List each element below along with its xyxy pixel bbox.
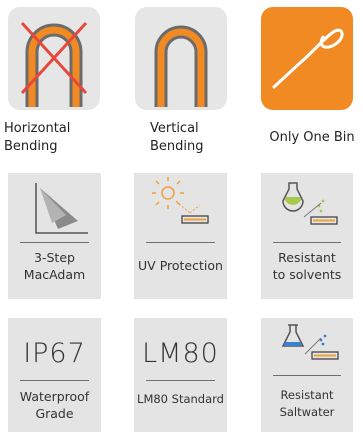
lm80-card: LM80 LM80 Standard xyxy=(134,318,227,432)
vertical-bend-icon xyxy=(154,25,208,107)
horizontal-bend-crossed-icon xyxy=(20,21,88,107)
macadam-card: 3-Step MacAdam xyxy=(8,173,101,299)
sun-uv-icon xyxy=(152,177,209,224)
card-divider xyxy=(273,242,341,243)
card-divider xyxy=(20,380,89,381)
lm80-label: LM80 Standard xyxy=(137,392,224,406)
horizontal-bending-caption: Horizontal Bending xyxy=(4,121,71,154)
lm80-code: LM80 xyxy=(142,338,219,369)
bin-curve-icon xyxy=(272,28,344,89)
solvents-card: Resistant to solvents xyxy=(261,173,353,299)
solvent-flask-icon xyxy=(282,182,338,225)
vertical-bending-caption: Vertical Bending xyxy=(150,121,204,154)
only-one-bin-caption: Only One Bin xyxy=(269,130,355,145)
macadam-chart-icon xyxy=(35,183,88,234)
ip67-card: IP67 Waterproof Grade xyxy=(8,318,101,432)
card-divider xyxy=(146,380,215,381)
card-divider xyxy=(20,242,89,243)
vertical-bending-tile xyxy=(135,7,227,110)
uv-protection-card: UV Protection xyxy=(134,173,227,299)
card-divider xyxy=(146,242,215,243)
card-divider xyxy=(273,375,341,376)
ip67-code: IP67 xyxy=(23,338,86,369)
ip67-label: Waterproof Grade xyxy=(19,389,90,421)
saltwater-flask-icon xyxy=(281,324,339,360)
only-one-bin-tile xyxy=(261,7,353,110)
saltwater-label: Resistant Saltwater xyxy=(279,388,335,419)
uv-protection-label: UV Protection xyxy=(138,258,223,273)
macadam-label: 3-Step MacAdam xyxy=(23,250,86,282)
solvents-label: Resistant to solvents xyxy=(272,250,342,282)
horizontal-bending-tile xyxy=(8,7,100,110)
saltwater-card: Resistant Saltwater xyxy=(261,318,353,432)
